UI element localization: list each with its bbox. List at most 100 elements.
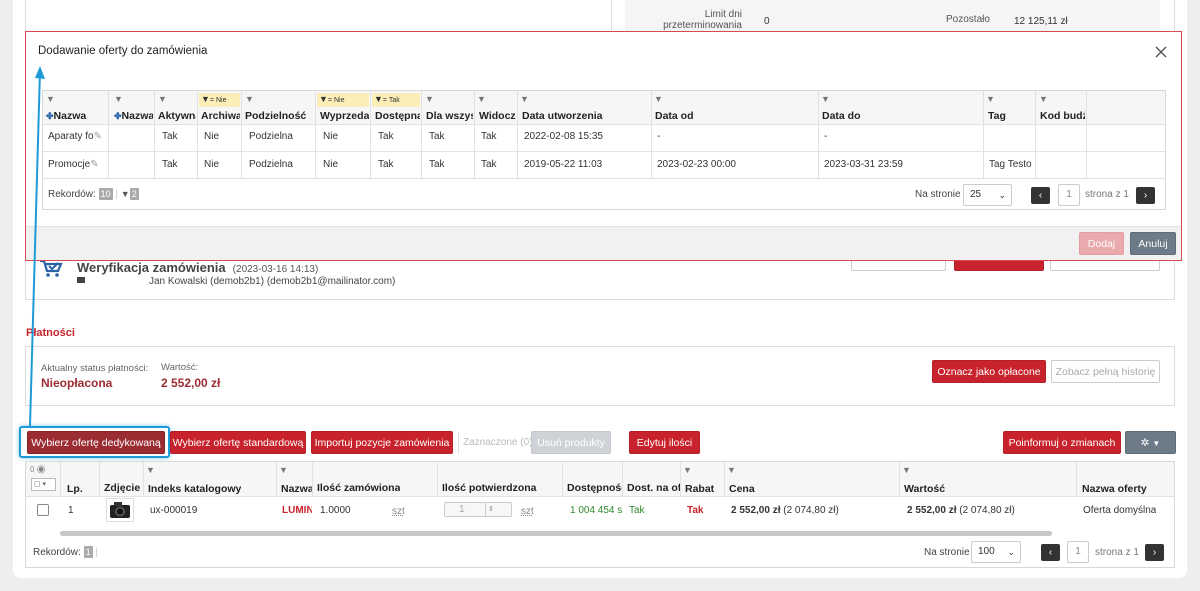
remove-products-button[interactable]: Usuń produkty (531, 431, 611, 454)
col-header-budget-code[interactable]: Kod budżet (1040, 110, 1085, 122)
next-page-button[interactable]: › (1145, 544, 1164, 561)
col-header-for-all[interactable]: Dla wszyst (426, 110, 473, 122)
col-header-tag[interactable]: Tag (988, 110, 1034, 122)
select-all-dropdown[interactable]: ▢ ▾ (31, 478, 56, 491)
col-header-on-offer[interactable]: Dost. na ofe (627, 482, 680, 494)
col-sep (276, 462, 277, 496)
col-sep (899, 462, 900, 496)
modal-title: Dodawanie oferty do zamówienia (38, 45, 208, 57)
choose-standard-offer-button[interactable]: Wybierz ofertę standardową (170, 431, 306, 454)
row-lp: 1 (68, 505, 74, 516)
products-page-of: strona z 1 (1095, 547, 1139, 558)
horizontal-scrollbar[interactable] (60, 531, 1052, 536)
col-header-name[interactable]: ✤Nazwa (46, 110, 106, 122)
filter-icon[interactable]: ▼ (821, 93, 830, 105)
col-header-availability[interactable]: Dostępność (567, 482, 622, 494)
mark-paid-button[interactable]: Oznacz jako opłacone (932, 360, 1046, 383)
stepper-arrows-icon[interactable]: ⇕ (485, 503, 494, 516)
col-header-divisibility[interactable]: Podzielność (245, 110, 313, 122)
cell-date-to: 2023-03-31 23:59 (824, 159, 903, 170)
products-page-input[interactable]: 1 (1067, 541, 1089, 563)
cell-created: 2022-02-08 15:35 (524, 131, 603, 142)
filter-icon[interactable]: ▼ (146, 464, 155, 476)
row-index: ux-000019 (150, 505, 198, 516)
cell-visible: Tak (481, 131, 497, 142)
filter-icon[interactable]: ▼ (520, 93, 529, 105)
col-header-date-from[interactable]: Data od (655, 110, 815, 122)
inform-changes-button[interactable]: Poinformuj o zmianach (1003, 431, 1121, 454)
col-header-available[interactable]: Dostępna (375, 110, 420, 122)
payment-history-button[interactable]: Zobacz pełną historię (1051, 360, 1160, 383)
cell-name: Aparaty fo✎ (48, 131, 102, 142)
filter-icon[interactable]: ▼ (46, 93, 55, 105)
col-header-photo[interactable]: Zdjęcie (104, 482, 140, 494)
limit-label: Limit dni przeterminowania (663, 9, 742, 31)
products-per-page-select[interactable]: 100 ⌄ (971, 541, 1021, 563)
col-header-price[interactable]: Cena (729, 483, 755, 495)
filter-available[interactable]: ▼= Tak (372, 93, 420, 107)
filter-icon[interactable]: ▼ (654, 93, 663, 105)
cancel-button[interactable]: Anuluj (1130, 232, 1176, 255)
col-header-visible[interactable]: Widoczna (479, 110, 516, 122)
close-icon[interactable] (1154, 45, 1168, 62)
payment-amount-label: Wartość: (161, 362, 199, 373)
column-visibility[interactable]: 0 ◉ (30, 464, 45, 475)
next-page-button[interactable]: › (1136, 187, 1155, 204)
col-header-qty-ordered[interactable]: Ilość zamówiona (317, 482, 400, 494)
cell-date-to: - (824, 131, 828, 142)
filter-icon[interactable]: ▼ (158, 93, 167, 105)
add-button[interactable]: Dodaj (1079, 232, 1124, 255)
summary-divider (611, 0, 612, 30)
cell-active: Tak (162, 131, 178, 142)
prev-page-button[interactable]: ‹ (1041, 544, 1060, 561)
filter-icon[interactable]: ▼ (727, 464, 736, 476)
choose-dedicated-offer-button[interactable]: Wybierz ofertę dedykowaną (27, 431, 165, 454)
settings-dropdown-button[interactable]: ✲ ▼ (1125, 431, 1176, 454)
row-checkbox[interactable] (37, 504, 49, 516)
products-records: Rekordów: 1 | (33, 546, 98, 558)
col-header-index[interactable]: Indeks katalogowy (148, 483, 241, 495)
col-header-product-name[interactable]: Nazwa (281, 483, 312, 495)
col-header-created[interactable]: Data utworzenia (522, 110, 647, 122)
cell-soldout: Nie (323, 131, 339, 142)
col-header-qty-confirmed[interactable]: Ilość potwierdzona (442, 482, 537, 494)
filter-soldout[interactable]: ▼= Nie (317, 93, 369, 107)
cell-date-from: 2023-02-23 00:00 (657, 159, 736, 170)
modal-page-input[interactable]: 1 (1058, 184, 1080, 206)
col-header-value[interactable]: Wartość (904, 483, 945, 495)
filter-icon[interactable]: ▼ (902, 464, 911, 476)
filter-icon[interactable]: ▼ (279, 464, 288, 476)
product-photo (106, 498, 134, 522)
filter-icon[interactable]: ▼ (425, 93, 434, 105)
col-sep (680, 462, 681, 496)
col-header-offer-name[interactable]: Nazwa oferty (1082, 483, 1147, 495)
filter-icon[interactable]: ▼ (1039, 93, 1048, 105)
col-header-lp[interactable]: Lp. (67, 483, 83, 495)
cell-for-all: Tak (429, 131, 445, 142)
row-on-offer: Tak (629, 505, 645, 516)
col-sep (562, 462, 563, 496)
filter-icon[interactable]: ▼ (477, 93, 486, 105)
language-icon: ✤ (46, 111, 54, 121)
col-header-name-2[interactable]: ✤Nazwa (114, 110, 153, 122)
col-header-active[interactable]: Aktywna (158, 110, 196, 122)
row-product-name[interactable]: LUMIN (282, 505, 312, 516)
col-header-date-to[interactable]: Data do (822, 110, 982, 122)
prev-page-button[interactable]: ‹ (1031, 187, 1050, 204)
filter-icon[interactable]: ▼ (245, 93, 254, 105)
filter-icon[interactable]: ▼ (683, 464, 692, 476)
edit-quantities-button[interactable]: Edytuj ilości (629, 431, 700, 454)
modal-per-page-select[interactable]: 25 ⌄ (963, 184, 1012, 206)
cell-tag: Tag Testo (989, 159, 1032, 170)
filter-icon[interactable]: ▼ (114, 93, 123, 105)
import-positions-button[interactable]: Importuj pozycje zamówienia (311, 431, 453, 454)
col-header-soldout[interactable]: Wyprzedana (320, 110, 369, 122)
filter-icon[interactable]: ▼ (986, 93, 995, 105)
image-icon: ✎ (90, 159, 99, 170)
filter-count-icon[interactable]: ▼ (121, 189, 130, 199)
col-header-discount[interactable]: Rabat (685, 483, 714, 495)
col-header-archived[interactable]: Archiwal (201, 110, 240, 122)
cell-created: 2019-05-22 11:03 (524, 159, 603, 170)
filter-archived[interactable]: ▼= Nie (199, 93, 240, 107)
confirmed-qty-stepper[interactable]: 1 ⇕ (444, 502, 512, 517)
